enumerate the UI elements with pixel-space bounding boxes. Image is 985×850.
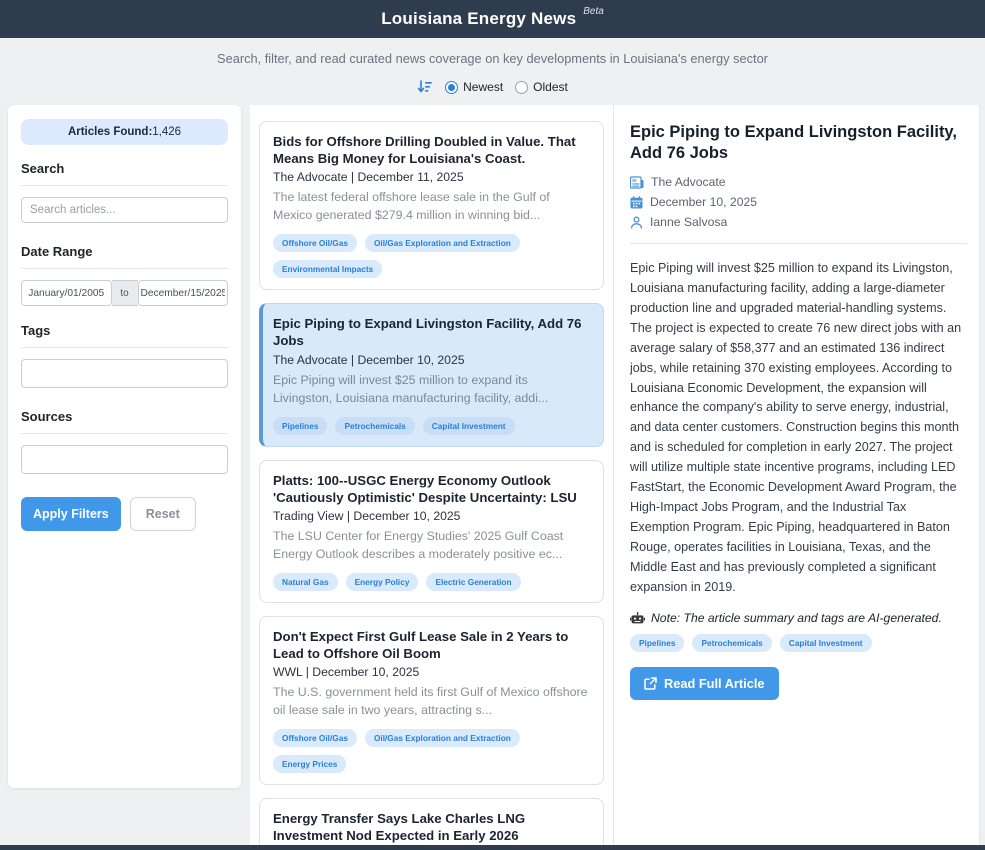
ai-note: Note: The article summary and tags are A… <box>630 611 967 625</box>
search-input[interactable] <box>21 197 228 223</box>
detail-title: Epic Piping to Expand Livingston Facilit… <box>630 122 967 163</box>
date-to-label: to <box>112 280 138 306</box>
app-subtitle: Search, filter, and read curated news co… <box>0 51 985 66</box>
articles-found-count: 1,426 <box>152 126 181 138</box>
filter-buttons: Apply Filters Reset <box>21 497 228 531</box>
robot-icon <box>630 612 645 625</box>
tag-pill: Energy Prices <box>273 755 346 773</box>
divider <box>21 268 228 269</box>
article-title: Bids for Offshore Drilling Doubled in Va… <box>273 133 590 167</box>
article-title: Energy Transfer Says Lake Charles LNG In… <box>273 810 590 844</box>
article-source-date: WWL | December 10, 2025 <box>273 665 590 679</box>
tags-heading: Tags <box>21 323 228 338</box>
tag-pill: Energy Policy <box>346 573 419 591</box>
read-full-article-button[interactable]: Read Full Article <box>630 667 779 700</box>
sort-controls: Newest Oldest <box>0 78 985 96</box>
tag-pill: Pipelines <box>630 634 684 652</box>
article-tags: Natural Gas Energy Policy Electric Generat… <box>273 573 590 591</box>
sort-newest-radio[interactable]: Newest <box>445 80 503 94</box>
divider <box>21 433 228 434</box>
app-title: Louisiana Energy News <box>381 9 576 29</box>
article-card[interactable]: Don't Expect First Gulf Lease Sale in 2 … <box>259 616 604 785</box>
article-tags: Offshore Oil/Gas Oil/Gas Exploration and … <box>273 234 590 278</box>
sort-oldest-radio[interactable]: Oldest <box>515 80 568 94</box>
article-card[interactable]: Platts: 100--USGC Energy Economy Outlook… <box>259 460 604 603</box>
article-source-date: Trading View | December 10, 2025 <box>273 509 590 523</box>
tag-pill: Oil/Gas Exploration and Extraction <box>365 234 520 252</box>
article-detail-panel: Epic Piping to Expand Livingston Facilit… <box>614 105 980 845</box>
article-excerpt: The LSU Center for Energy Studies' 2025 … <box>273 528 590 564</box>
tag-pill: Environmental Impacts <box>273 260 382 278</box>
tags-input[interactable] <box>21 359 228 388</box>
article-title: Epic Piping to Expand Livingston Facilit… <box>273 315 590 349</box>
footer-bar <box>0 845 985 850</box>
article-title: Don't Expect First Gulf Lease Sale in 2 … <box>273 628 590 662</box>
person-icon <box>630 216 643 229</box>
search-heading: Search <box>21 161 228 176</box>
ai-note-text: Note: The article summary and tags are A… <box>651 611 942 625</box>
tag-pill: Offshore Oil/Gas <box>273 234 357 252</box>
date-range-inputs: to <box>21 280 228 306</box>
tag-pill: Pipelines <box>273 417 327 435</box>
article-tags: Pipelines Petrochemicals Capital Investmen… <box>273 417 590 435</box>
sort-descending-icon <box>417 79 433 95</box>
date-to-input[interactable] <box>138 280 229 306</box>
divider <box>21 185 228 186</box>
newspaper-icon <box>630 176 644 189</box>
external-link-icon <box>644 677 657 690</box>
sources-input[interactable] <box>21 445 228 474</box>
reset-button[interactable]: Reset <box>130 497 196 531</box>
article-card[interactable]: Epic Piping to Expand Livingston Facilit… <box>259 303 604 446</box>
tag-pill: Petrochemicals <box>692 634 771 652</box>
tag-pill: Electric Generation <box>426 573 520 591</box>
beta-badge: Beta <box>583 6 604 17</box>
tag-pill: Petrochemicals <box>335 417 414 435</box>
radio-icon <box>515 81 528 94</box>
sort-newest-label: Newest <box>463 80 503 94</box>
articles-found-badge: Articles Found:1,426 <box>21 119 228 145</box>
article-title: Platts: 100--USGC Energy Economy Outlook… <box>273 472 590 506</box>
detail-source-row: The Advocate <box>630 175 967 189</box>
articles-found-label: Articles Found: <box>68 126 152 138</box>
article-tags: Offshore Oil/Gas Oil/Gas Exploration and … <box>273 729 590 773</box>
divider <box>21 347 228 348</box>
article-source-date: The Advocate | December 11, 2025 <box>273 170 590 184</box>
app-header: Louisiana Energy News Beta <box>0 0 985 38</box>
detail-author-row: Ianne Salvosa <box>630 215 967 229</box>
article-list: Bids for Offshore Drilling Doubled in Va… <box>250 105 614 845</box>
radio-icon <box>445 81 458 94</box>
article-card[interactable]: Energy Transfer Says Lake Charles LNG In… <box>259 798 604 845</box>
tag-pill: Offshore Oil/Gas <box>273 729 357 747</box>
detail-date: December 10, 2025 <box>650 195 757 209</box>
article-excerpt: Epic Piping will invest $25 million to e… <box>273 372 590 408</box>
detail-summary: Epic Piping will invest $25 million to e… <box>630 259 967 597</box>
read-button-label: Read Full Article <box>664 676 765 691</box>
article-card[interactable]: Bids for Offshore Drilling Doubled in Va… <box>259 121 604 290</box>
detail-meta: The Advocate December 10, 2025 <box>630 175 967 229</box>
detail-date-row: December 10, 2025 <box>630 195 967 209</box>
article-excerpt: The U.S. government held its first Gulf … <box>273 684 590 720</box>
tag-pill: Oil/Gas Exploration and Extraction <box>365 729 520 747</box>
sort-oldest-label: Oldest <box>533 80 568 94</box>
tag-pill: Natural Gas <box>273 573 338 591</box>
tag-pill: Capital Investment <box>423 417 515 435</box>
detail-author: Ianne Salvosa <box>650 215 727 229</box>
apply-filters-button[interactable]: Apply Filters <box>21 497 121 531</box>
sources-heading: Sources <box>21 409 228 424</box>
article-source-date: The Advocate | December 10, 2025 <box>273 353 590 367</box>
detail-source: The Advocate <box>651 175 726 189</box>
date-range-heading: Date Range <box>21 244 228 259</box>
calendar-icon <box>630 196 643 209</box>
main-layout: Articles Found:1,426 Search Date Range t… <box>0 105 985 845</box>
article-excerpt: The latest federal offshore lease sale i… <box>273 189 590 225</box>
detail-tags: Pipelines Petrochemicals Capital Investmen… <box>630 634 967 652</box>
tag-pill: Capital Investment <box>780 634 872 652</box>
date-from-input[interactable] <box>21 280 112 306</box>
divider <box>630 243 967 244</box>
filters-sidebar: Articles Found:1,426 Search Date Range t… <box>8 105 241 788</box>
